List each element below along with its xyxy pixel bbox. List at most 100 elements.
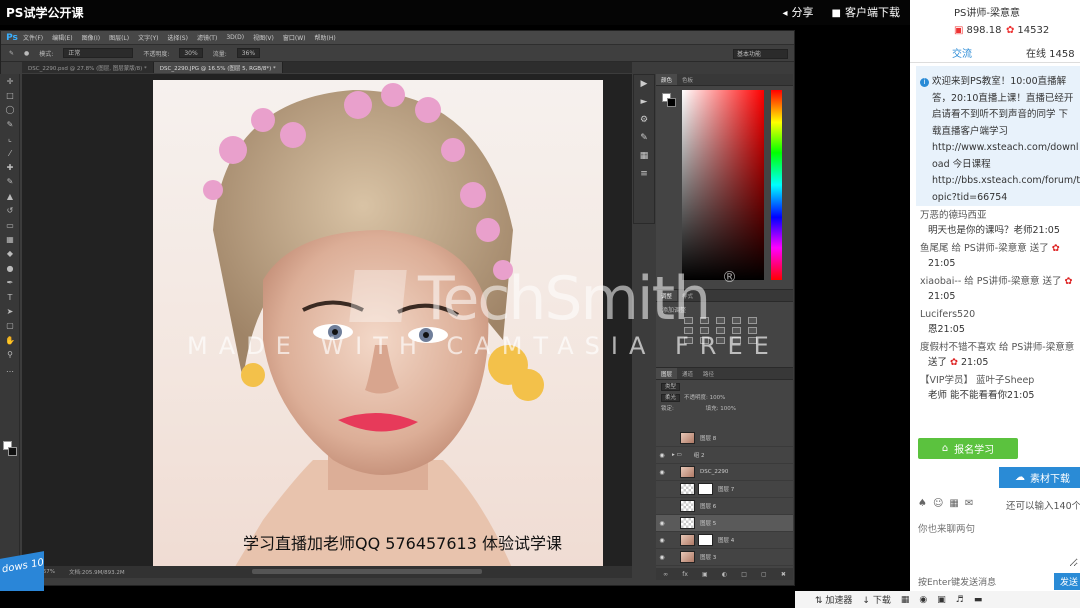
tab-adjustments[interactable]: 调整 bbox=[656, 290, 678, 301]
horizontal-scrollbar[interactable] bbox=[252, 569, 482, 574]
black-white-icon[interactable] bbox=[716, 327, 725, 334]
tab-channels[interactable]: 通道 bbox=[677, 368, 698, 379]
tray-icon-c[interactable]: ▣ bbox=[937, 595, 946, 605]
crop-tool-icon[interactable]: ⌞ bbox=[0, 132, 20, 146]
hue-saturation-icon[interactable] bbox=[684, 327, 693, 334]
menu-edit[interactable]: 编辑(E) bbox=[52, 33, 72, 42]
background-color-swatch[interactable] bbox=[8, 447, 17, 456]
clone-source-icon[interactable]: ▦ bbox=[634, 147, 654, 165]
download-button[interactable]: ↓ 下载 bbox=[862, 593, 890, 606]
color-picker-field[interactable] bbox=[682, 90, 764, 280]
message-sender[interactable]: Lucifers520 bbox=[920, 307, 1080, 322]
flow-field[interactable]: 36% bbox=[236, 48, 261, 58]
message-sender[interactable]: 鱼尾尾 给 PS讲师-梁意意 送了 ✿ bbox=[920, 241, 1080, 256]
layer-row[interactable]: 图层 6 bbox=[656, 498, 793, 515]
dodge-tool-icon[interactable]: ● bbox=[0, 261, 20, 275]
workspace-select[interactable]: 基本功能 bbox=[733, 49, 788, 59]
tab-online[interactable]: 在线 1458 bbox=[1026, 45, 1075, 60]
eraser-tool-icon[interactable]: ▭ bbox=[0, 218, 20, 232]
threshold-icon[interactable] bbox=[716, 337, 725, 344]
curves-icon[interactable] bbox=[716, 317, 725, 324]
opacity-field[interactable]: 30% bbox=[179, 48, 203, 58]
layer-mask-thumbnail[interactable] bbox=[698, 534, 713, 546]
document-canvas[interactable] bbox=[153, 80, 603, 570]
menu-type[interactable]: 文字(Y) bbox=[138, 33, 158, 42]
menu-layer[interactable]: 图层(L) bbox=[109, 33, 129, 42]
new-layer-icon[interactable]: ▢ bbox=[761, 571, 767, 578]
posterize-icon[interactable] bbox=[700, 337, 709, 344]
visibility-eye-icon[interactable]: ◉ bbox=[656, 554, 668, 561]
layer-row[interactable]: 图层 7 bbox=[656, 481, 793, 498]
layer-filter-select[interactable]: 类型 bbox=[661, 383, 681, 391]
properties-panel-icon[interactable]: ⚙ bbox=[634, 111, 654, 129]
signup-button[interactable]: ⌂ 报名学习 bbox=[918, 438, 1018, 459]
hand-tool-icon[interactable]: ✋ bbox=[0, 333, 20, 347]
levels-icon[interactable] bbox=[700, 317, 709, 324]
tray-icon-a[interactable]: ▦ bbox=[901, 595, 910, 605]
tab-paths[interactable]: 路径 bbox=[698, 368, 719, 379]
doc-tab-psd[interactable]: DSC_2290.psd @ 27.8% (图层, 图层蒙版/8) * bbox=[22, 62, 154, 73]
quick-select-tool-icon[interactable]: ✎ bbox=[0, 117, 20, 131]
new-group-icon[interactable]: □ bbox=[741, 571, 747, 578]
zoom-tool-icon[interactable]: ⚲ bbox=[0, 347, 20, 361]
path-select-tool-icon[interactable]: ➤ bbox=[0, 304, 20, 318]
send-button[interactable]: 发送 bbox=[1054, 573, 1080, 590]
eyedropper-tool-icon[interactable]: ⁄ bbox=[0, 146, 20, 160]
more-tools-icon[interactable]: … bbox=[0, 362, 20, 376]
layer-opacity-field[interactable]: 100% bbox=[710, 395, 726, 401]
message-sender[interactable]: 度假村不错不喜欢 给 PS讲师-梁意意 bbox=[920, 340, 1080, 355]
tab-layers[interactable]: 图层 bbox=[656, 368, 678, 379]
brush-panel-icon[interactable]: ✎ bbox=[634, 129, 654, 147]
menu-view[interactable]: 视图(V) bbox=[253, 33, 274, 42]
brush-icon[interactable]: ✎ bbox=[9, 50, 14, 57]
brightness-icon[interactable] bbox=[684, 317, 693, 324]
lasso-tool-icon[interactable]: ◯ bbox=[0, 103, 20, 117]
visibility-eye-icon[interactable]: ◉ bbox=[656, 520, 668, 527]
image-icon[interactable]: ▦ bbox=[949, 498, 958, 509]
ps-canvas-area[interactable] bbox=[22, 74, 632, 570]
blend-mode-select[interactable]: 柔光 bbox=[661, 394, 681, 402]
chat-input[interactable] bbox=[918, 521, 1078, 567]
hue-slider[interactable] bbox=[771, 90, 782, 280]
menu-file[interactable]: 文件(F) bbox=[23, 33, 43, 42]
healing-tool-icon[interactable]: ✚ bbox=[0, 160, 20, 174]
new-feature-icon[interactable]: ✉ bbox=[965, 498, 973, 509]
add-mask-icon[interactable]: ▣ bbox=[702, 571, 708, 578]
menu-image[interactable]: 图像(I) bbox=[82, 33, 100, 42]
tab-chat[interactable]: 交流 bbox=[952, 45, 972, 60]
visibility-eye-icon[interactable]: ◉ bbox=[656, 469, 668, 476]
blur-tool-icon[interactable]: ◆ bbox=[0, 247, 20, 261]
gift-icon[interactable]: ♠ bbox=[918, 498, 927, 509]
tab-color[interactable]: 颜色 bbox=[656, 74, 678, 85]
trash-icon[interactable]: ✖ bbox=[781, 571, 786, 578]
message-sender[interactable]: 万恶的德玛西亚 bbox=[920, 208, 1080, 223]
shape-tool-icon[interactable]: ▢ bbox=[0, 319, 20, 333]
fill-field[interactable]: 100% bbox=[720, 406, 736, 412]
tray-icon-d[interactable]: ▬ bbox=[974, 595, 983, 605]
gradient-tool-icon[interactable]: ▦ bbox=[0, 232, 20, 246]
color-balance-icon[interactable] bbox=[700, 327, 709, 334]
exposure-icon[interactable] bbox=[732, 317, 741, 324]
vibrance-icon[interactable] bbox=[748, 317, 757, 324]
materials-download-button[interactable]: ☁ 素材下载 bbox=[999, 467, 1080, 488]
menu-select[interactable]: 选择(S) bbox=[167, 33, 188, 42]
menu-filter[interactable]: 滤镜(T) bbox=[197, 33, 217, 42]
mode-select[interactable]: 正常 bbox=[63, 48, 134, 58]
photo-filter-icon[interactable] bbox=[732, 327, 741, 334]
layer-row[interactable]: ◉ 图层 5 bbox=[656, 515, 793, 532]
gradient-map-icon[interactable] bbox=[732, 337, 741, 344]
teacher-name[interactable]: PS讲师-梁意意 bbox=[954, 4, 1020, 19]
link-layers-icon[interactable]: ∞ bbox=[663, 571, 668, 578]
invert-icon[interactable] bbox=[684, 337, 693, 344]
brush-preset-icon[interactable]: ● bbox=[24, 50, 29, 57]
actions-panel-icon[interactable]: ► bbox=[634, 93, 654, 111]
layer-row[interactable]: ◉ 图层 4 bbox=[656, 532, 793, 549]
tool-presets-icon[interactable]: ≡ bbox=[634, 165, 654, 183]
message-sender[interactable]: xiaobai-- 给 PS讲师-梁意意 送了 ✿ bbox=[920, 274, 1080, 289]
tray-icon-b[interactable]: ◉ bbox=[919, 595, 927, 605]
emoji-icon[interactable]: ☺ bbox=[933, 498, 943, 509]
notice-link[interactable]: http://www.xsteach.com/downl bbox=[920, 140, 1080, 157]
menu-help[interactable]: 帮助(H) bbox=[315, 33, 336, 42]
visibility-eye-icon[interactable]: ◉ bbox=[656, 537, 668, 544]
visibility-eye-icon[interactable]: ◉ bbox=[656, 452, 668, 459]
